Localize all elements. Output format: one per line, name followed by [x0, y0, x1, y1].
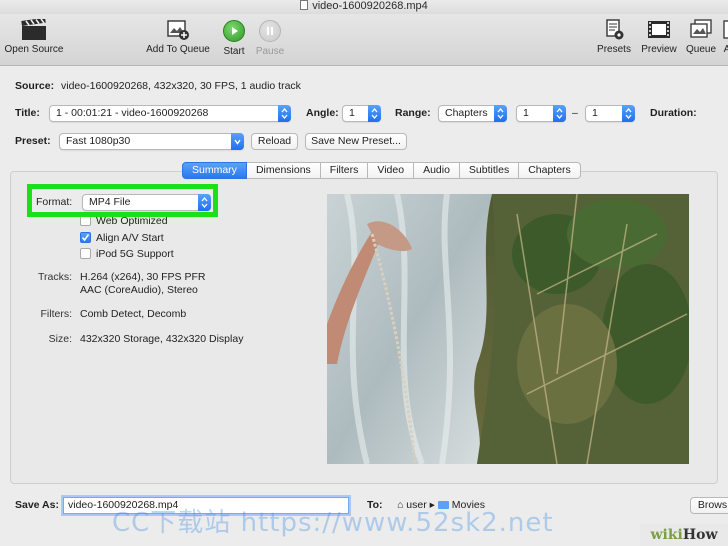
- title-label: Title:: [15, 107, 40, 119]
- preset-select[interactable]: Fast 1080p30: [59, 133, 244, 150]
- clapperboard-icon: [21, 19, 46, 40]
- filters-value: Comb Detect, Decomb: [80, 308, 187, 320]
- wikihow-how: How: [682, 527, 718, 543]
- presets-icon: [606, 19, 624, 40]
- size-label: Size:: [48, 333, 72, 345]
- toolbar: Open Source Add To Queue Start Pause Pre…: [0, 14, 728, 66]
- preview-label: Preview: [641, 44, 677, 55]
- format-highlight: Format: MP4 File: [27, 184, 218, 217]
- range-label: Range:: [395, 107, 431, 119]
- add-to-queue-label: Add To Queue: [146, 44, 210, 55]
- angle-select[interactable]: 1: [342, 105, 381, 122]
- align-av-label: Align A/V Start: [96, 232, 164, 244]
- align-av-checkbox[interactable]: Align A/V Start: [80, 231, 164, 245]
- window-title: video-1600920268.mp4: [312, 0, 428, 12]
- pause-button[interactable]: Pause: [254, 19, 286, 57]
- browse-button[interactable]: Brows: [690, 497, 728, 514]
- save-as-label: Save As:: [15, 499, 59, 511]
- tab-filters[interactable]: Filters: [320, 162, 369, 179]
- add-to-queue-button[interactable]: Add To Queue: [143, 19, 213, 55]
- title-row: Title: 1 - 00:01:21 - video-1600920268 A…: [0, 105, 728, 125]
- angle-select-value: 1: [349, 107, 355, 119]
- range-separator: –: [572, 107, 578, 119]
- open-source-label: Open Source: [4, 44, 64, 55]
- updown-arrows-icon: [198, 194, 211, 211]
- tab-video[interactable]: Video: [368, 162, 415, 179]
- range-end-value: 1: [592, 107, 598, 119]
- preset-label: Preset:: [15, 135, 51, 147]
- ipod-checkbox[interactable]: iPod 5G Support: [80, 247, 174, 261]
- presets-label: Presets: [597, 44, 631, 55]
- waterfall-scene-image: [327, 194, 689, 464]
- open-source-button[interactable]: Open Source: [3, 19, 65, 55]
- preview-image: [327, 194, 689, 464]
- title-select-value: 1 - 00:01:21 - video-1600920268: [56, 107, 209, 119]
- add-queue-icon: [167, 20, 189, 40]
- preset-row: Preset: Fast 1080p30 Reload Save New Pre…: [0, 133, 728, 153]
- presets-button[interactable]: Presets: [594, 19, 634, 55]
- tracks-value: H.264 (x264), 30 FPS PFR AAC (CoreAudio)…: [80, 271, 205, 297]
- duration-label: Duration:: [650, 107, 697, 119]
- source-row: Source: video-1600920268, 432x320, 30 FP…: [0, 80, 728, 100]
- chevron-down-icon: [231, 133, 244, 150]
- tab-audio[interactable]: Audio: [414, 162, 460, 179]
- range-type-value: Chapters: [445, 107, 488, 119]
- tracks-line-video: H.264 (x264), 30 FPS PFR: [80, 271, 206, 283]
- range-start-select[interactable]: 1: [516, 105, 566, 122]
- save-new-preset-button[interactable]: Save New Preset...: [305, 133, 407, 150]
- ipod-label: iPod 5G Support: [96, 248, 174, 260]
- range-type-select[interactable]: Chapters: [438, 105, 507, 122]
- tab-subtitles[interactable]: Subtitles: [459, 162, 520, 179]
- tab-summary[interactable]: Summary: [182, 162, 247, 179]
- filters-label: Filters:: [40, 308, 73, 320]
- updown-arrows-icon: [494, 105, 507, 122]
- pause-label: Pause: [255, 46, 285, 57]
- settings-tabs: Summary Dimensions Filters Video Audio S…: [182, 162, 581, 179]
- range-start-value: 1: [523, 107, 529, 119]
- tracks-line-audio: AAC (CoreAudio), Stereo: [80, 284, 198, 296]
- updown-arrows-icon: [278, 105, 291, 122]
- checkmark-icon: [80, 232, 91, 243]
- start-label: Start: [223, 46, 245, 57]
- play-icon: [223, 20, 245, 42]
- start-button[interactable]: Start: [219, 19, 249, 57]
- wikihow-badge: wikiHow: [640, 524, 728, 546]
- reload-button[interactable]: Reload: [251, 133, 298, 150]
- document-icon: [300, 0, 309, 10]
- pause-icon: [259, 20, 281, 42]
- activity-icon: [723, 20, 728, 39]
- checkbox-box: [80, 248, 91, 259]
- source-label: Source:: [15, 80, 55, 92]
- range-end-select[interactable]: 1: [585, 105, 635, 122]
- queue-label: Queue: [685, 44, 717, 55]
- window-titlebar: video-1600920268.mp4: [0, 0, 728, 14]
- queue-icon: [690, 19, 712, 38]
- format-select[interactable]: MP4 File: [82, 194, 211, 211]
- tracks-label: Tracks:: [37, 271, 72, 283]
- size-value: 432x320 Storage, 432x320 Display: [80, 333, 244, 345]
- preset-select-value: Fast 1080p30: [66, 135, 131, 147]
- activity-button[interactable]: A: [722, 19, 728, 55]
- tab-chapters[interactable]: Chapters: [519, 162, 581, 179]
- title-select[interactable]: 1 - 00:01:21 - video-1600920268: [49, 105, 291, 122]
- queue-button[interactable]: Queue: [683, 19, 719, 55]
- activity-label: A: [723, 44, 728, 55]
- tab-dimensions[interactable]: Dimensions: [246, 162, 321, 179]
- format-select-value: MP4 File: [89, 196, 131, 208]
- source-value: video-1600920268, 432x320, 30 FPS, 1 aud…: [61, 80, 301, 92]
- preview-button[interactable]: Preview: [638, 19, 680, 55]
- watermark-text: CC下载站 https://www.52sk2.net: [112, 508, 554, 538]
- format-label: Format:: [36, 196, 73, 208]
- wikihow-wiki: wiki: [650, 527, 683, 543]
- angle-label: Angle:: [306, 107, 339, 119]
- updown-arrows-icon: [622, 105, 635, 122]
- updown-arrows-icon: [368, 105, 381, 122]
- preview-film-icon: [648, 21, 670, 38]
- updown-arrows-icon: [553, 105, 566, 122]
